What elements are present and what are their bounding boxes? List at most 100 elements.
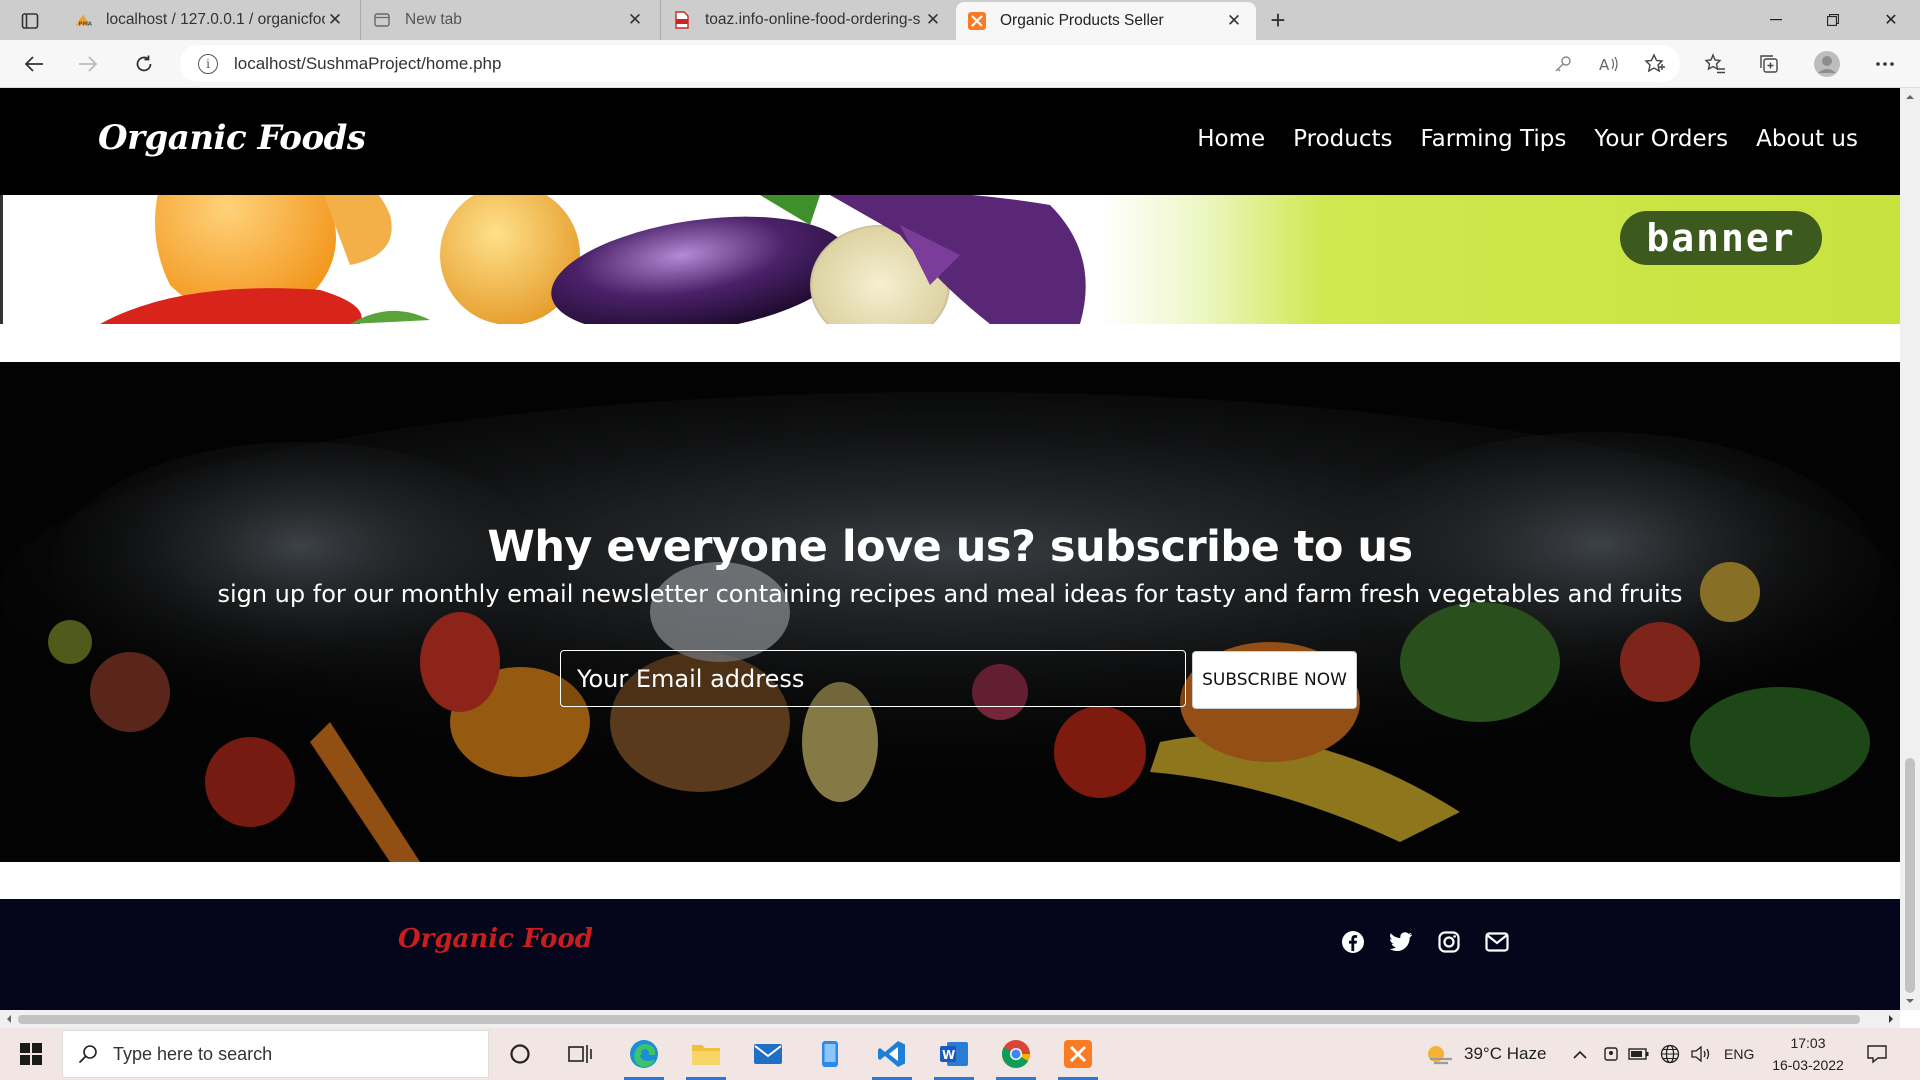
instagram-icon[interactable] — [1436, 929, 1462, 955]
xampp-icon — [1064, 1040, 1092, 1068]
weather-text: 39°C Haze — [1464, 1044, 1547, 1063]
nav-home[interactable]: Home — [1197, 126, 1265, 152]
edge-icon — [630, 1040, 658, 1068]
facebook-icon[interactable] — [1340, 929, 1366, 955]
haze-sun-icon — [1428, 1046, 1452, 1065]
password-key-icon[interactable] — [1548, 49, 1578, 79]
show-hidden-icons-button[interactable] — [1572, 1028, 1588, 1080]
notification-icon — [1867, 1045, 1887, 1064]
plus-icon: + — [1270, 4, 1286, 35]
nav-products[interactable]: Products — [1293, 126, 1392, 152]
scroll-left-icon[interactable] — [2, 1010, 16, 1028]
envelope-icon[interactable] — [1484, 929, 1510, 955]
subscribe-button[interactable]: SUBSCRIBE NOW — [1192, 651, 1357, 709]
collections-icon[interactable] — [1754, 49, 1784, 79]
input-language-indicator[interactable]: ENG — [1724, 1028, 1754, 1080]
favorites-icon[interactable] — [1700, 49, 1730, 79]
chevron-up-icon — [1573, 1050, 1587, 1059]
browser-tab-organic-products-seller[interactable]: Organic Products Seller ✕ — [956, 2, 1256, 40]
volume-icon[interactable] — [1690, 1028, 1712, 1080]
add-favorite-icon[interactable] — [1640, 49, 1670, 79]
clock-time: 17:03 — [1790, 1035, 1826, 1051]
vscode-taskbar-button[interactable] — [864, 1028, 920, 1080]
twitter-icon[interactable] — [1388, 929, 1414, 955]
windows-taskbar: Type here to search W 39°C Haze ENG 17:0… — [0, 1028, 1920, 1080]
browser-tab-new-tab[interactable]: New tab ✕ — [360, 0, 657, 40]
svg-text:W: W — [942, 1048, 955, 1062]
phone-link-taskbar-button[interactable] — [802, 1028, 858, 1080]
profile-avatar[interactable] — [1812, 49, 1842, 79]
new-tab-button[interactable]: + — [1262, 4, 1294, 36]
restore-window-button[interactable] — [1810, 0, 1856, 40]
footer-logo[interactable]: Organic Food — [398, 924, 593, 954]
vertical-scrollbar[interactable] — [1900, 88, 1920, 1010]
close-tab-icon[interactable]: ✕ — [625, 10, 645, 30]
vertical-scrollbar-thumb[interactable] — [1905, 758, 1915, 993]
meet-now-icon[interactable] — [1602, 1028, 1620, 1080]
fruit-splash-background — [0, 362, 1900, 862]
refresh-icon — [136, 55, 152, 72]
mail-icon — [754, 1044, 782, 1064]
file-explorer-taskbar-button[interactable] — [678, 1028, 734, 1080]
cortana-button[interactable] — [492, 1028, 548, 1080]
tab-title: New tab — [405, 11, 462, 28]
forward-button[interactable] — [70, 47, 106, 81]
phone-icon — [822, 1041, 838, 1067]
taskbar-search-box[interactable]: Type here to search — [62, 1030, 489, 1078]
xampp-taskbar-button[interactable] — [1050, 1028, 1106, 1080]
scroll-down-icon[interactable] — [1900, 994, 1920, 1008]
svg-text:PMA: PMA — [79, 21, 93, 27]
browser-toolbar: i localhost/SushmaProject/home.php A — [0, 40, 1920, 88]
email-field[interactable] — [560, 650, 1186, 707]
edge-taskbar-button[interactable] — [616, 1028, 672, 1080]
minimize-window-button[interactable] — [1753, 0, 1799, 40]
arrow-right-icon — [79, 56, 98, 72]
pdf-icon — [673, 11, 691, 29]
nav-farming-tips[interactable]: Farming Tips — [1420, 126, 1566, 152]
browser-tab-strip: PMA localhost / 127.0.0.1 / organicfoo ✕… — [0, 0, 1920, 40]
scroll-up-icon[interactable] — [1900, 90, 1920, 104]
svg-text:A: A — [1599, 56, 1610, 73]
settings-more-icon[interactable] — [1870, 49, 1900, 79]
word-taskbar-button[interactable]: W — [926, 1028, 982, 1080]
network-globe-icon[interactable] — [1660, 1028, 1680, 1080]
subscribe-section: Why everyone love us? subscribe to us si… — [0, 362, 1900, 862]
taskbar-clock[interactable]: 17:03 16-03-2022 — [1760, 1032, 1856, 1076]
windows-logo-icon — [20, 1043, 42, 1065]
notification-center-button[interactable] — [1866, 1028, 1888, 1080]
site-header: Organic Foods Home Products Farming Tips… — [0, 88, 1900, 195]
start-button[interactable] — [10, 1028, 52, 1080]
url-text[interactable]: localhost/SushmaProject/home.php — [234, 54, 501, 74]
restore-icon — [1827, 14, 1839, 26]
address-bar[interactable]: i localhost/SushmaProject/home.php — [180, 45, 1680, 82]
tab-actions-menu-button[interactable] — [12, 8, 48, 34]
task-view-button[interactable] — [552, 1028, 608, 1080]
mail-taskbar-button[interactable] — [740, 1028, 796, 1080]
close-tab-icon[interactable]: ✕ — [923, 10, 943, 30]
xampp-icon — [968, 12, 986, 30]
vegetable-banner: banner — [0, 195, 1900, 324]
horizontal-scrollbar[interactable] — [0, 1010, 1900, 1028]
scroll-right-icon[interactable] — [1884, 1010, 1898, 1028]
subscribe-title: Why everyone love us? subscribe to us — [487, 522, 1413, 572]
close-window-button[interactable]: ✕ — [1868, 0, 1914, 40]
nav-your-orders[interactable]: Your Orders — [1594, 126, 1728, 152]
browser-tab-pdf[interactable]: toaz.info-online-food-ordering-s ✕ — [660, 0, 955, 40]
tab-title: toaz.info-online-food-ordering-s — [705, 11, 921, 28]
site-footer: Organic Food — [0, 899, 1900, 1010]
close-tab-icon[interactable]: ✕ — [1224, 11, 1244, 31]
back-button[interactable] — [16, 47, 52, 81]
browser-tab-phpmyadmin[interactable]: PMA localhost / 127.0.0.1 / organicfoo ✕ — [62, 0, 357, 40]
site-info-icon[interactable]: i — [198, 53, 218, 74]
close-tab-icon[interactable]: ✕ — [325, 10, 345, 30]
arrow-left-icon — [24, 56, 43, 72]
battery-icon[interactable] — [1628, 1028, 1650, 1080]
read-aloud-icon[interactable]: A — [1594, 49, 1624, 79]
chrome-taskbar-button[interactable] — [988, 1028, 1044, 1080]
nav-about-us[interactable]: About us — [1756, 126, 1858, 152]
horizontal-scrollbar-thumb[interactable] — [18, 1015, 1860, 1024]
weather-widget[interactable]: 39°C Haze — [1424, 1028, 1546, 1080]
site-logo[interactable]: Organic Foods — [98, 118, 366, 158]
refresh-button[interactable] — [126, 47, 162, 81]
social-links — [1340, 929, 1510, 955]
